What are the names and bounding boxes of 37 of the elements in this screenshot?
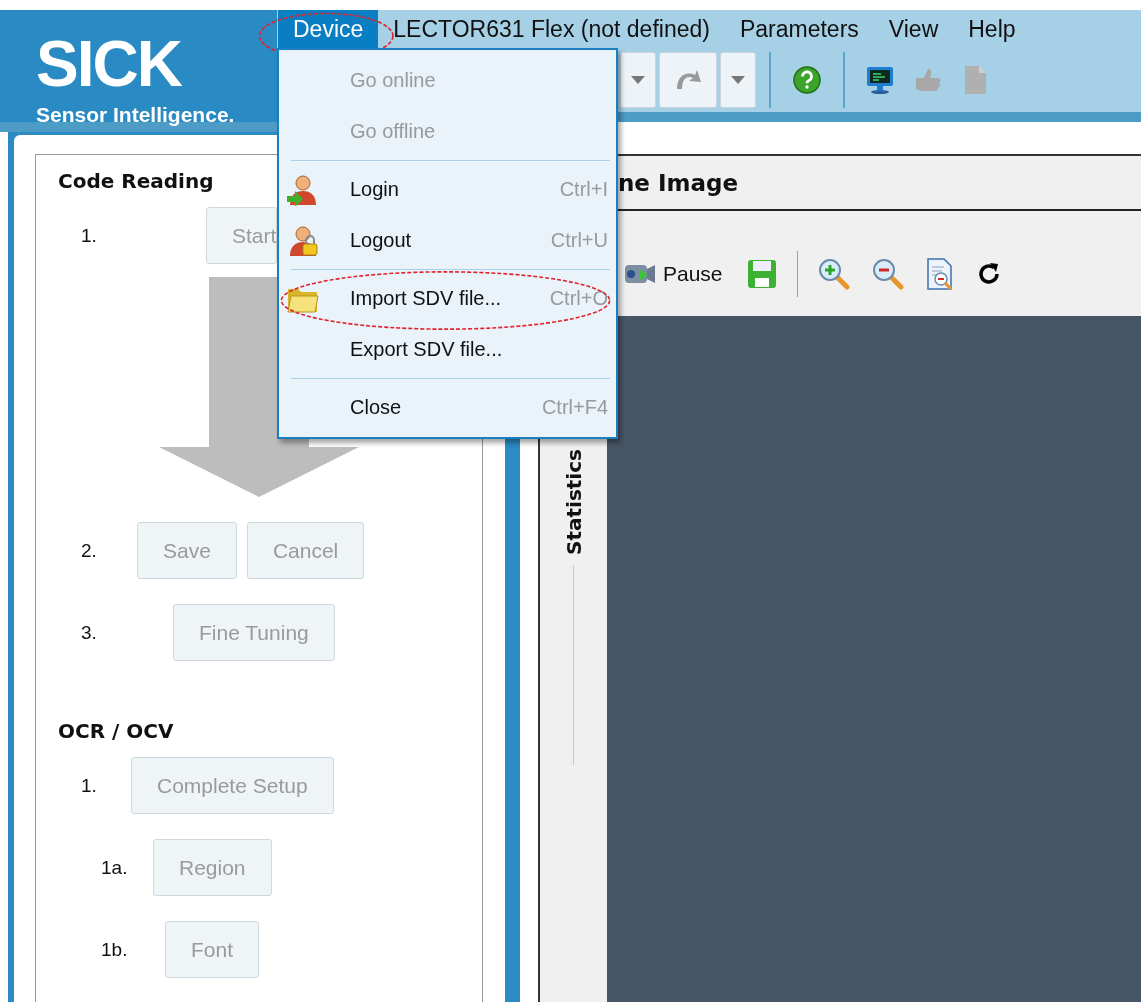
dropdown-menu-item[interactable]: Close Ctrl+F4 (279, 382, 616, 433)
panel-title: ne Image (618, 169, 739, 196)
pause-button[interactable]: Pause (623, 258, 723, 289)
shortcut-label: Ctrl+O (549, 287, 608, 310)
step-number: 1b. (101, 938, 129, 961)
step-number: 1. (81, 224, 98, 247)
menu-item[interactable]: View (873, 10, 954, 48)
dropdown-button[interactable] (620, 52, 656, 108)
menu-item[interactable]: LECTOR631 Flex (not defined) (378, 10, 725, 48)
dropdown-menu-item[interactable]: Logout Ctrl+U (279, 215, 616, 266)
monitor-icon[interactable] (866, 65, 894, 95)
document-zoom-icon[interactable] (925, 257, 954, 290)
step-number: 1a. (101, 856, 129, 879)
dropdown-button[interactable] (720, 52, 756, 108)
logo-tagline: Sensor Intelligence. (36, 102, 236, 128)
caret-icon (631, 76, 645, 84)
shortcut-label: Ctrl+F4 (541, 396, 608, 419)
save-icon[interactable] (746, 258, 777, 289)
help-icon[interactable] (792, 65, 822, 95)
step-number: 1. (81, 774, 98, 797)
caret-icon (731, 76, 745, 84)
step-number: 3. (81, 621, 98, 644)
brand-logo: SICK (36, 32, 183, 96)
side-tab[interactable]: Statistics (561, 449, 586, 555)
menu-item[interactable]: Device (278, 10, 379, 48)
zoom-out-icon[interactable] (871, 257, 904, 290)
dropdown-menu-item[interactable]: Import SDV file... Ctrl+O (279, 273, 616, 324)
shortcut-label: Ctrl+U (550, 229, 608, 252)
zoom-in-icon[interactable] (817, 257, 850, 290)
menu-item[interactable]: Parameters (724, 10, 874, 48)
section-title: OCR / OCV (58, 718, 174, 745)
menu-item[interactable]: Help (953, 10, 1031, 48)
shortcut-label: Ctrl+I (559, 178, 608, 201)
step-number: 2. (81, 539, 98, 562)
dropdown-menu-item[interactable]: Export SDV file... (279, 324, 616, 375)
section-title: Code Reading (58, 168, 214, 195)
dropdown-menu-item[interactable]: Login Ctrl+I (279, 164, 616, 215)
